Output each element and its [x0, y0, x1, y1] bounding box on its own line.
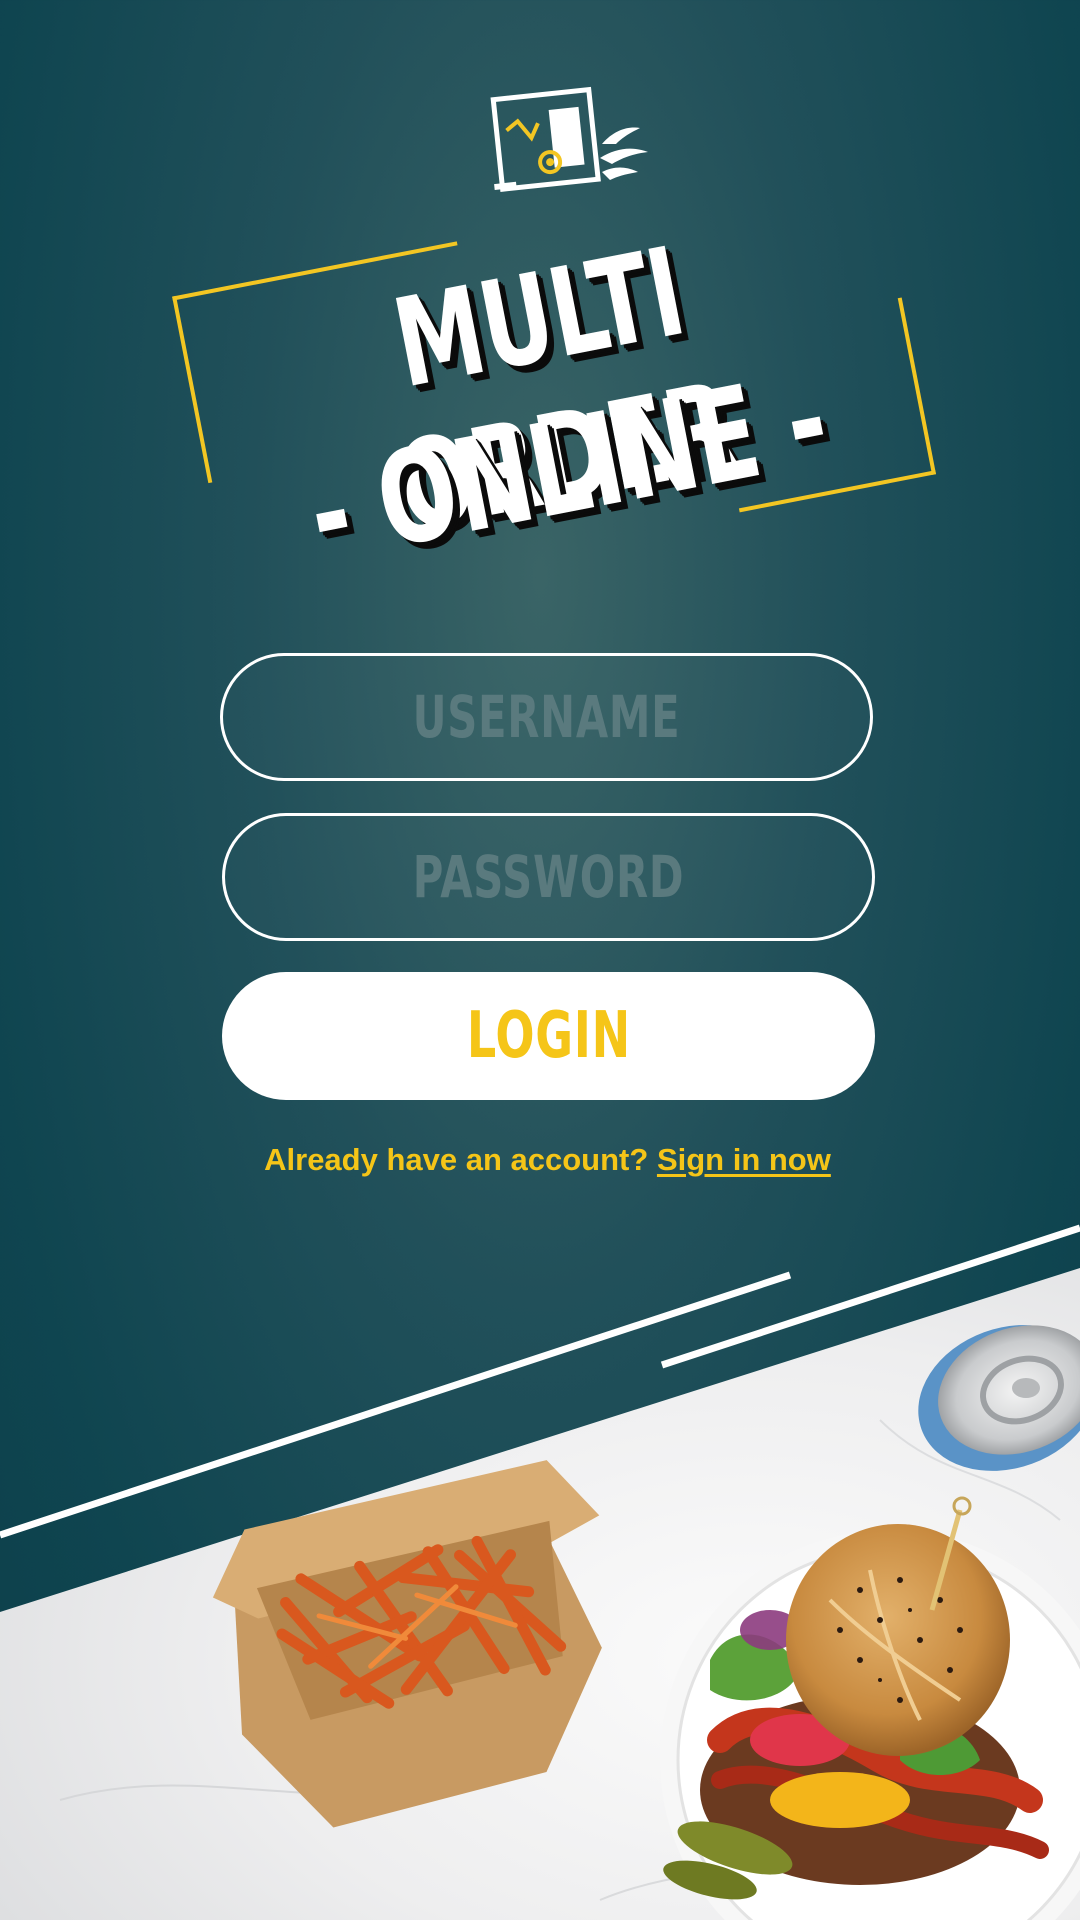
food-photo-scene — [0, 1224, 1080, 1920]
